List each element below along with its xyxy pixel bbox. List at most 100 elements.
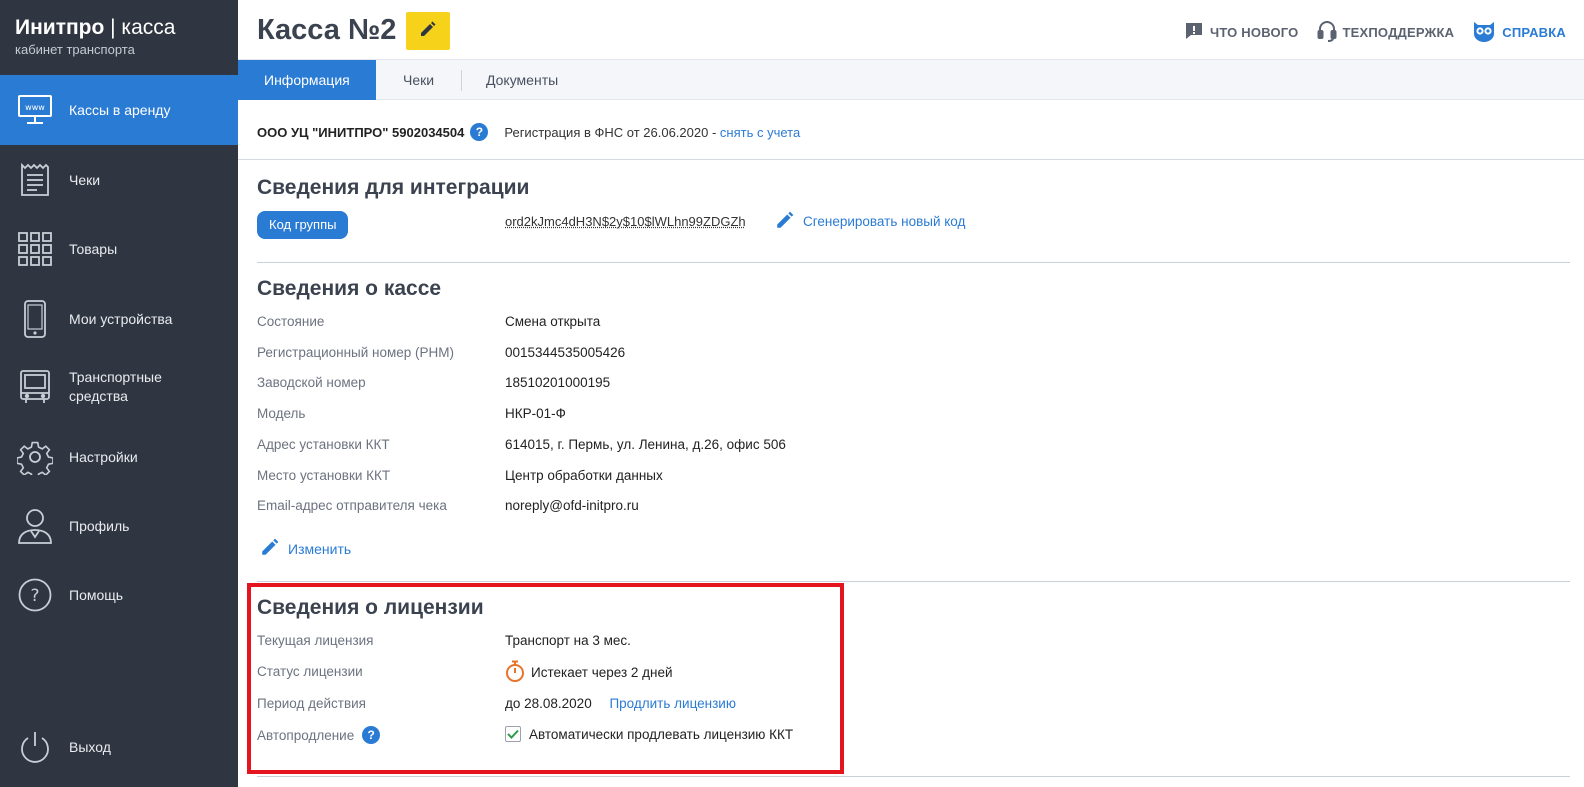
whats-new-label: ЧТО НОВОГО (1210, 25, 1299, 40)
support-link[interactable]: ТЕХПОДДЕРЖКА (1317, 20, 1455, 45)
divider (257, 262, 1570, 263)
autoprolong-value: Автоматически продлевать лицензию ККТ (529, 726, 794, 742)
divider (257, 581, 1570, 582)
autoprolong-label: Автопродление (257, 727, 355, 743)
sidebar-item-label: Профиль (69, 517, 130, 534)
sidebar-item-label: Чеки (69, 171, 101, 188)
divider (257, 776, 1570, 777)
pencil-icon (419, 20, 437, 43)
power-icon (17, 729, 53, 765)
generate-code-link[interactable]: Сгенерировать новый код (775, 210, 965, 233)
integration-title: Сведения для интеграции (257, 176, 530, 199)
registration-date: Регистрация в ФНС от 26.06.2020 (504, 124, 709, 140)
brand-name-rest: | касса (104, 16, 176, 39)
header: Касса №2 ЧТО НОВОГО ТЕХПОДДЕРЖКА СПРАВКА (238, 0, 1584, 60)
help-circle-icon[interactable]: ? (362, 726, 381, 744)
sidebar-item-help[interactable]: ? Помощь (0, 560, 238, 630)
sidebar-item-label: Настройки (69, 448, 138, 465)
tab-info[interactable]: Информация (238, 60, 376, 100)
unregister-link[interactable]: снять с учета (720, 125, 800, 140)
timer-icon (505, 660, 525, 685)
receipt-icon (17, 162, 53, 198)
sidebar: Инитпро | касса кабинет транспорта www К… (0, 0, 238, 787)
autoprolong-row: Автоматически продлевать лицензию ККТ (505, 726, 793, 742)
group-code-badge[interactable]: Код группы (257, 211, 349, 239)
serial-value: 18510201000195 (505, 375, 611, 390)
help-circle-icon[interactable]: ? (470, 123, 489, 141)
tabs: Информация Чеки Документы (238, 59, 1584, 100)
page-title: Касса №2 (257, 14, 397, 46)
sidebar-item-tovary[interactable]: Товары (0, 214, 238, 284)
top-links: ЧТО НОВОГО ТЕХПОДДЕРЖКА СПРАВКА (1184, 20, 1566, 45)
sidebar-item-label: Кассы в аренду (69, 101, 171, 118)
address-value: 614015, г. Пермь, ул. Ленина, д.26, офис… (505, 437, 786, 452)
chat-alert-icon (1184, 21, 1204, 44)
registration-text: Регистрация в ФНС от 26.06.2020 - снять … (504, 125, 800, 140)
model-value: НКР-01-Ф (505, 406, 566, 421)
tab-cheki[interactable]: Чеки (403, 60, 434, 100)
help-label: СПРАВКА (1502, 25, 1566, 40)
pencil-icon (775, 210, 795, 233)
period-value: до 28.08.2020 (505, 696, 592, 711)
sidebar-item-kassy[interactable]: www Кассы в аренду (0, 75, 238, 145)
sidebar-item-label: Товары (69, 240, 118, 257)
grid-icon (17, 231, 53, 267)
phone-icon (17, 300, 53, 338)
org-name: ООО УЦ "ИНИТПРО" 5902034504 (257, 124, 465, 140)
whats-new-link[interactable]: ЧТО НОВОГО (1184, 21, 1298, 44)
license-status-label: Статус лицензии (257, 664, 363, 679)
bus-icon (17, 369, 53, 405)
state-value: Смена открыта (505, 314, 601, 329)
help-link[interactable]: СПРАВКА (1472, 20, 1566, 45)
model-label: Модель (257, 406, 306, 421)
divider (238, 159, 1584, 160)
check-icon (507, 729, 519, 739)
period-label: Период действия (257, 696, 366, 711)
brand: Инитпро | касса кабинет транспорта (0, 0, 238, 74)
main-content: ООО УЦ "ИНИТПРО" 5902034504 ? Регистраци… (238, 100, 1584, 787)
address-label: Адрес установки ККТ (257, 437, 390, 452)
tab-separator (461, 70, 462, 91)
brand-title: Инитпро | касса (15, 16, 238, 40)
sidebar-item-transport[interactable]: Транспортные средства (0, 352, 238, 422)
place-value: Центр обработки данных (505, 468, 663, 483)
email-value: noreply@ofd-initpro.ru (505, 498, 639, 513)
license-status: Истекает через 2 дней (505, 660, 673, 685)
change-kassa-link[interactable]: Изменить (260, 537, 351, 560)
rnm-label: Регистрационный номер (РНМ) (257, 345, 455, 360)
monitor-icon: www (17, 92, 53, 128)
owl-icon (1472, 20, 1496, 45)
registration-separator: - (708, 124, 720, 140)
brand-subtitle: кабинет транспорта (15, 42, 135, 57)
headset-icon (1317, 20, 1337, 45)
sidebar-item-label: Транспортные средства (69, 369, 162, 404)
group-code-value[interactable]: ord2kJmc4dH3N$2y$10$lWLhn99ZDGZh (505, 214, 746, 229)
period-row: до 28.08.2020 Продлить лицензию (505, 696, 736, 711)
email-label: Email-адрес отправителя чека (257, 498, 447, 513)
org-row: ООО УЦ "ИНИТПРО" 5902034504 ? Регистраци… (257, 123, 800, 141)
serial-label: Заводской номер (257, 375, 366, 390)
sidebar-item-profile[interactable]: Профиль (0, 491, 238, 561)
kassa-title: Сведения о кассе (257, 277, 442, 300)
generate-code-label: Сгенерировать новый код (803, 214, 966, 229)
sidebar-item-settings[interactable]: Настройки (0, 422, 238, 492)
license-title: Сведения о лицензии (257, 596, 484, 619)
sidebar-item-logout[interactable]: Выход (0, 712, 238, 782)
place-label: Место установки ККТ (257, 468, 391, 483)
tab-documents[interactable]: Документы (486, 60, 558, 100)
gear-icon (17, 439, 53, 475)
autoprolong-checkbox[interactable] (505, 726, 521, 742)
sidebar-item-label: Мои устройства (69, 310, 173, 327)
brand-name-bold: Инитпро (15, 16, 105, 39)
autoprolong-label-row: Автопродление ? (257, 726, 381, 744)
current-license-label: Текущая лицензия (257, 633, 374, 648)
state-label: Состояние (257, 314, 325, 329)
license-status-value: Истекает через 2 дней (531, 665, 673, 680)
question-icon: ? (17, 577, 53, 613)
sidebar-item-cheki[interactable]: Чеки (0, 145, 238, 215)
sidebar-item-label: Помощь (69, 586, 124, 603)
rnm-value: 0015344535005426 (505, 345, 626, 360)
edit-title-button[interactable] (406, 12, 450, 50)
sidebar-item-devices[interactable]: Мои устройства (0, 284, 238, 354)
prolong-license-link[interactable]: Продлить лицензию (609, 696, 736, 711)
